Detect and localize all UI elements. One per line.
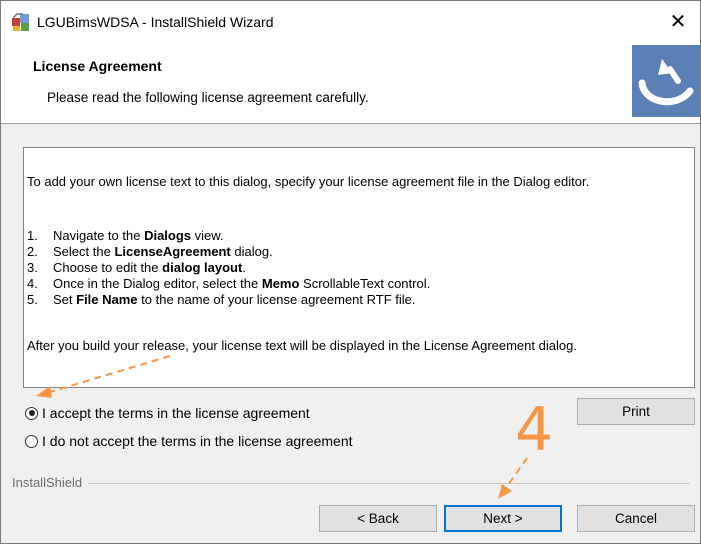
license-step: 5. Set File Name to the name of your lice… — [27, 292, 416, 307]
license-step: 3. Choose to edit the dialog layout. — [27, 260, 246, 275]
decline-label: I do not accept the terms in the license… — [42, 433, 353, 449]
page-subtitle: Please read the following license agreem… — [47, 90, 369, 105]
license-steps: 1. Navigate to the Dialogs view. 2. Select… — [27, 228, 687, 308]
close-icon[interactable]: ✕ — [656, 1, 700, 43]
accept-radio[interactable] — [25, 406, 38, 420]
license-step: 4. Once in the Dialog editor, select the … — [27, 276, 431, 291]
installshield-logo-icon — [632, 45, 700, 117]
accept-label: I accept the terms in the license agreem… — [42, 405, 310, 421]
installshield-group-divider — [12, 483, 690, 484]
license-closing: After you build your release, your licen… — [27, 338, 577, 353]
decline-terms-option[interactable]: I do not accept the terms in the license… — [25, 433, 353, 449]
license-text-box[interactable]: To add your own license text to this dia… — [23, 147, 695, 388]
window-title: LGUBimsWDSA - InstallShield Wizard — [37, 14, 274, 30]
title-bar[interactable]: LGUBimsWDSA - InstallShield Wizard ✕ — [1, 1, 700, 43]
print-button[interactable]: Print — [577, 398, 695, 425]
wizard-header: License Agreement Please read the follow… — [1, 43, 700, 124]
back-button[interactable]: < Back — [319, 505, 437, 532]
cancel-button[interactable]: Cancel — [577, 505, 695, 532]
step-number-annotation: 4 — [515, 395, 554, 465]
installer-window: LGUBimsWDSA - InstallShield Wizard ✕ Lic… — [0, 0, 701, 544]
license-intro: To add your own license text to this dia… — [27, 174, 590, 189]
license-step: 1. Navigate to the Dialogs view. — [27, 228, 224, 243]
license-step: 2. Select the LicenseAgreement dialog. — [27, 244, 273, 259]
installer-app-icon — [12, 13, 29, 31]
page-title: License Agreement — [33, 58, 162, 74]
accept-terms-option[interactable]: I accept the terms in the license agreem… — [25, 405, 310, 421]
next-button[interactable]: Next > — [444, 505, 562, 532]
decline-radio[interactable] — [25, 434, 38, 448]
installshield-group-label: InstallShield — [12, 475, 89, 490]
